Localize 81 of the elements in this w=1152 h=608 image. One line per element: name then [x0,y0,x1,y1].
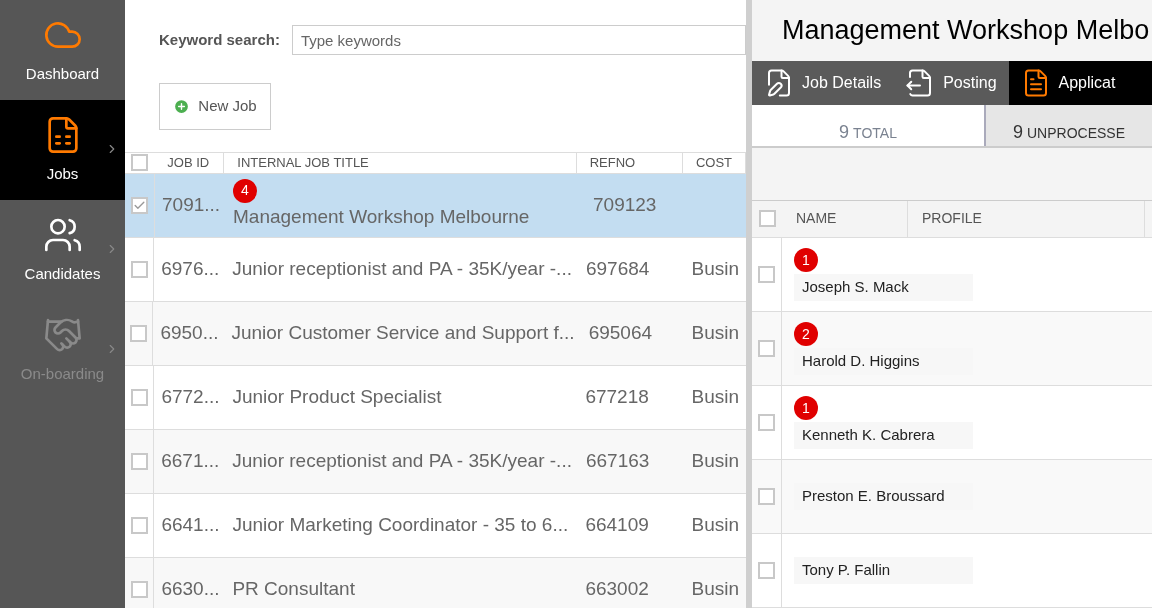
checkbox[interactable] [130,260,148,278]
job-title: Management Workshop Melbo [781,14,1151,48]
candidate-name: Kenneth K. Cabrera [794,422,973,449]
sidebar-label: Candidates [24,263,101,284]
candidate-row[interactable]: 2 Harold D. Higgins [752,312,1152,386]
table-row[interactable]: 6976... Junior receptionist and PA - 35K/year -... 697684 Busin [125,237,746,302]
table-cell-text: Junior receptionist and PA - 35K/year -... [232,256,572,281]
candidate-name: Joseph S. Mack [794,274,973,301]
table-row[interactable]: 6772... Junior Product Specialist 677218 Busin [125,365,746,430]
count-badge: 1 [794,396,818,421]
table-cell-text: 663002 [585,576,649,601]
column-header[interactable]: JOB ID [154,153,225,173]
table-row[interactable]: 6671... Junior receptionist and PA - 35K/year -... 667163 Busin [125,429,746,494]
checkbox[interactable] [130,388,148,406]
table-cell-text: Busin [691,256,739,281]
table-cell-text: 664109 [585,512,649,537]
table-cell-text: Busin [691,576,739,601]
sidebar-item[interactable]: Jobs [0,100,125,200]
checkbox[interactable] [130,452,148,470]
table-cell-text: Junior Marketing Coordinator - 35 to 6... [232,512,570,537]
column-header[interactable]: REFNO [576,153,683,173]
checkbox[interactable] [758,266,775,283]
tab[interactable]: Posting [893,60,1009,106]
table-cell-text: 695064 [588,320,653,345]
candidate-row[interactable]: 1 Joseph S. Mack [752,238,1152,312]
table-cell-text: PR Consultant [232,576,356,601]
new-job-button[interactable]: New Job [159,83,271,130]
table-cell-text: Junior Product Specialist [232,384,443,409]
table-row[interactable]: 7091... 4 Management Workshop Melbourne 709123 [125,173,746,238]
checkbox[interactable] [758,340,775,357]
count-tab[interactable]: 9 UNPROCESSE [986,105,1152,147]
checkbox[interactable] [130,580,148,598]
column-header[interactable]: INTERNAL JOB TITLE [224,153,577,173]
checkbox[interactable] [131,196,148,214]
candidate-row[interactable]: 1 Kenneth K. Cabrera [752,386,1152,460]
checkbox[interactable] [130,324,148,342]
checkbox[interactable] [758,562,775,579]
table-cell-text: 6772... [161,384,220,409]
sidebar-label: Dashboard [25,63,100,84]
count-badge: 2 [794,322,818,347]
column-header[interactable]: PROFILE [908,200,1145,237]
table-row[interactable]: 6641... Junior Marketing Coordinator - 35 to 6... 664109 Busin [125,493,746,558]
search-label: Keyword search: [159,29,280,50]
table-cell-text: Busin [691,320,739,345]
checkbox[interactable] [130,516,148,534]
checkbox[interactable] [758,488,775,505]
count-tab[interactable]: 9 TOTAL [752,105,986,147]
table-cell-text: 677218 [585,384,649,409]
candidate-row[interactable]: Preston E. Broussard [752,460,1152,534]
count-badge: 1 [794,248,818,273]
add-icon [173,98,191,115]
candidate-name: Tony P. Fallin [794,557,973,584]
checkbox[interactable] [131,154,149,172]
candidate-row[interactable]: Tony P. Fallin [752,534,1152,608]
sidebar-item[interactable]: Dashboard [0,0,125,100]
count-badge: 4 [233,178,257,203]
sidebar-item[interactable]: Candidates [0,200,125,300]
search-field[interactable]: Type keywords [291,25,746,55]
table-cell-text: 6950... [160,320,219,345]
table-cell-text: 697684 [585,256,650,281]
table-row[interactable]: 6950... Junior Customer Service and Support f... 695064 Busin [125,301,746,366]
table-cell-text: 709123 [593,192,657,217]
table-cell-text: 6641... [161,512,220,537]
table-cell-text: Management Workshop Melbourne [233,204,531,229]
checkbox[interactable] [758,210,776,228]
table-cell-text: 667163 [585,448,650,473]
table-cell-text: 7091... [162,192,221,217]
table-cell-text: Junior receptionist and PA - 35K/year -... [232,448,572,473]
column-header[interactable]: NAME [782,200,908,237]
table-cell-text: Junior Customer Service and Support f... [231,320,575,345]
table-cell-text: 6630... [161,576,220,601]
table-cell-text: Busin [691,448,739,473]
table-cell-text: Busin [691,512,739,537]
tab[interactable]: Job Details [752,60,894,106]
table-cell-text: 6976... [161,256,220,281]
table-cell-text: Busin [691,384,739,409]
tab[interactable]: Applicat [1008,60,1152,106]
sidebar-label: Jobs [46,163,79,184]
table-row[interactable]: 6630... PR Consultant 663002 Busin [125,557,746,608]
checkbox[interactable] [758,414,775,431]
table-cell-text: 6671... [161,448,220,473]
